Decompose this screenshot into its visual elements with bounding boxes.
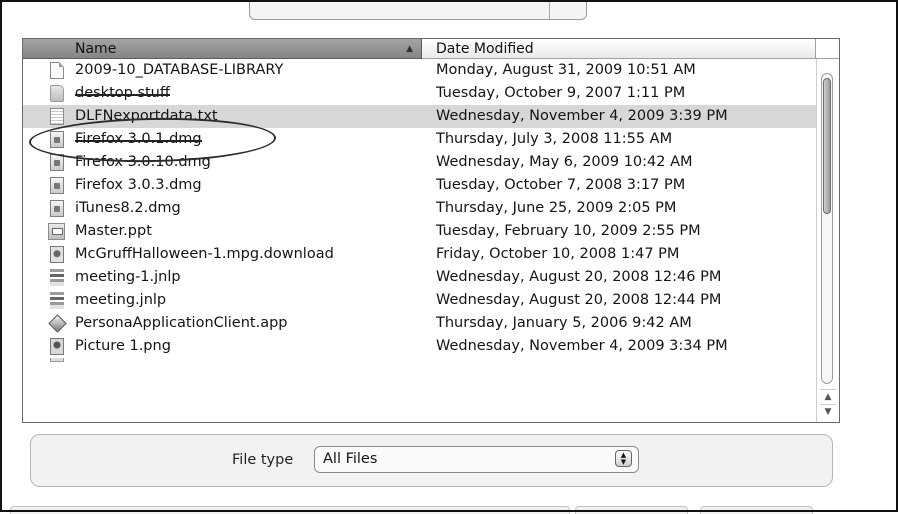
file-date: Monday, August 31, 2009 10:51 AM — [436, 62, 696, 78]
file-row-partial[interactable] — [23, 358, 816, 368]
file-row[interactable]: Firefox 3.0.1.dmg Thursday, July 3, 2008… — [23, 128, 816, 151]
file-date: Thursday, July 3, 2008 11:55 AM — [436, 131, 673, 147]
text-file-icon — [50, 108, 64, 125]
scroll-down-arrow-icon[interactable]: ▼ — [820, 404, 836, 419]
file-name: meeting-1.jnlp — [75, 269, 181, 285]
file-type-label: File type — [232, 452, 294, 468]
file-row[interactable]: meeting-1.jnlp Wednesday, August 20, 200… — [23, 266, 816, 289]
file-name: Picture 1.png — [75, 338, 171, 354]
file-name: iTunes8.2.dmg — [75, 200, 181, 216]
file-name: Firefox 3.0.10.dmg — [75, 154, 211, 170]
file-row[interactable]: 2009-10_DATABASE-LIBRARY Monday, August … — [23, 59, 816, 82]
file-date: Wednesday, November 4, 2009 3:34 PM — [436, 338, 728, 354]
partial-file-icon — [50, 358, 64, 362]
image-icon — [50, 338, 64, 355]
file-row[interactable]: Firefox 3.0.10.dmg Wednesday, May 6, 200… — [23, 151, 816, 174]
popup-divider — [549, 0, 550, 19]
file-date: Friday, October 10, 2008 1:47 PM — [436, 246, 680, 262]
name-column-label: Name — [75, 41, 117, 57]
file-date: Wednesday, August 20, 2008 12:46 PM — [436, 269, 722, 285]
presentation-icon — [48, 223, 65, 240]
file-date: Wednesday, November 4, 2009 3:39 PM — [436, 108, 728, 124]
file-name: meeting.jnlp — [75, 292, 167, 308]
bottom-button-edge[interactable] — [575, 506, 688, 514]
file-row[interactable]: Master.ppt Tuesday, February 10, 2009 2:… — [23, 220, 816, 243]
top-strip — [2, 0, 894, 24]
file-row[interactable]: meeting.jnlp Wednesday, August 20, 2008 … — [23, 289, 816, 312]
file-name: PersonaApplicationClient.app — [75, 315, 288, 331]
disk-image-icon — [50, 154, 64, 171]
java-launch-icon — [50, 292, 64, 309]
scrollbar-thumb[interactable] — [823, 78, 831, 214]
disk-image-icon — [50, 200, 64, 217]
sort-ascending-icon: ▲ — [406, 44, 413, 54]
vertical-scrollbar[interactable]: ▲ ▼ — [816, 59, 839, 422]
java-launch-icon — [50, 269, 64, 286]
file-type-value: All Files — [323, 451, 378, 467]
name-column-header[interactable]: Name ▲ — [23, 39, 422, 59]
scroll-up-arrow-icon[interactable]: ▲ — [820, 389, 836, 404]
file-date: Tuesday, February 10, 2009 2:55 PM — [436, 223, 701, 239]
file-date: Thursday, January 5, 2006 9:42 AM — [436, 315, 692, 331]
file-row-selected[interactable]: DLFNexportdata.txt Wednesday, November 4… — [23, 105, 816, 128]
file-name: DLFNexportdata.txt — [75, 108, 218, 124]
file-name: Firefox 3.0.1.dmg — [75, 128, 202, 151]
file-row[interactable]: desktop stuff Tuesday, October 9, 2007 1… — [23, 82, 816, 105]
file-name: desktop stuff — [75, 82, 170, 105]
disk-image-icon — [50, 177, 64, 194]
location-popup[interactable] — [249, 0, 587, 20]
disk-image-icon — [50, 131, 64, 148]
file-date: Tuesday, October 7, 2008 3:17 PM — [436, 177, 686, 193]
file-name: Firefox 3.0.3.dmg — [75, 177, 202, 193]
popup-stepper-icon[interactable]: ▲ ▼ — [615, 450, 632, 467]
file-row[interactable]: iTunes8.2.dmg Thursday, June 25, 2009 2:… — [23, 197, 816, 220]
document-icon — [50, 62, 64, 79]
folder-icon — [50, 85, 64, 102]
bottom-button-edge[interactable] — [700, 506, 813, 514]
bottom-field-edge — [10, 506, 570, 514]
date-modified-column-header[interactable]: Date Modified — [422, 39, 816, 59]
movie-download-icon — [50, 246, 64, 263]
file-row[interactable]: Firefox 3.0.3.dmg Tuesday, October 7, 20… — [23, 174, 816, 197]
application-icon — [48, 314, 67, 333]
header-corner — [816, 39, 839, 59]
file-date: Wednesday, May 6, 2009 10:42 AM — [436, 154, 693, 170]
column-header-row: Name ▲ Date Modified — [23, 39, 839, 59]
file-row[interactable]: McGruffHalloween-1.mpg.download Friday, … — [23, 243, 816, 266]
file-list: 2009-10_DATABASE-LIBRARY Monday, August … — [23, 59, 816, 368]
file-name: Master.ppt — [75, 223, 152, 239]
file-type-select[interactable]: All Files ▲ ▼ — [314, 446, 639, 473]
file-name: 2009-10_DATABASE-LIBRARY — [75, 62, 284, 78]
file-date: Wednesday, August 20, 2008 12:44 PM — [436, 292, 722, 308]
file-row[interactable]: PersonaApplicationClient.app Thursday, J… — [23, 312, 816, 335]
file-row[interactable]: Picture 1.png Wednesday, November 4, 200… — [23, 335, 816, 358]
file-date: Tuesday, October 9, 2007 1:11 PM — [436, 85, 686, 101]
file-date: Thursday, June 25, 2009 2:05 PM — [436, 200, 677, 216]
file-type-panel: File type All Files ▲ ▼ — [30, 434, 833, 487]
scrollbar-track[interactable] — [821, 73, 833, 384]
file-name: McGruffHalloween-1.mpg.download — [75, 246, 334, 262]
file-browser: Name ▲ Date Modified 2009-10_DATABASE-LI… — [22, 38, 840, 423]
date-column-label: Date Modified — [436, 41, 534, 57]
